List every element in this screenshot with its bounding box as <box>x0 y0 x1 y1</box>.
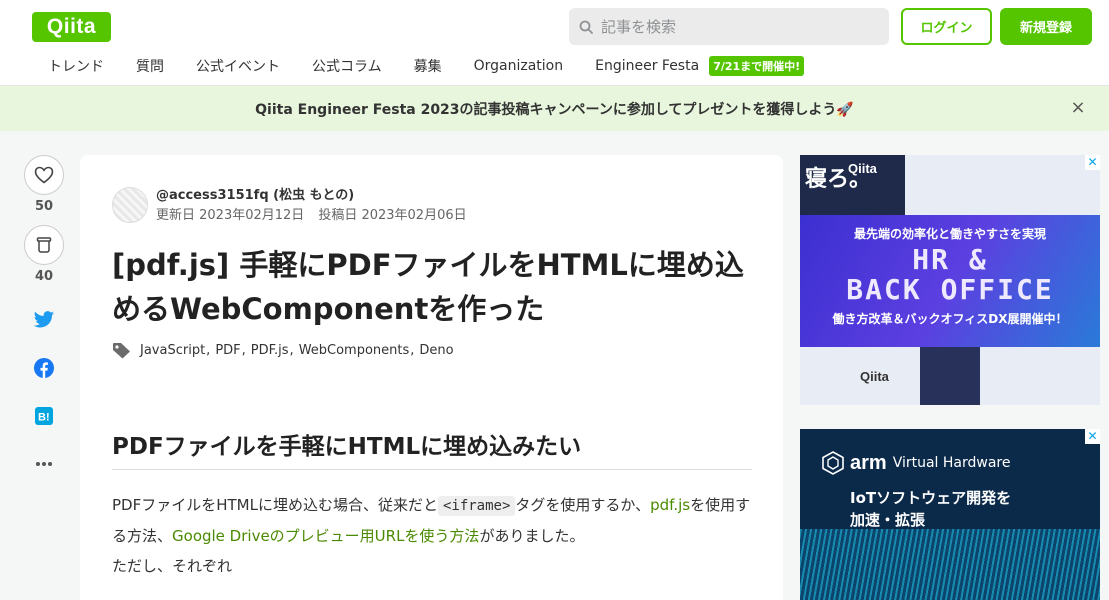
body-text: タグを使用するか、 <box>515 496 651 514</box>
ad-subtitle: 最先端の効率化と働きやすさを実現 <box>853 227 1046 241</box>
author-info: @access3151fq (松虫 もとの) 更新日 2023年02月12日 投稿… <box>156 187 467 225</box>
nav-official-columns[interactable]: 公式コラム <box>312 56 382 76</box>
section-heading: PDFファイルを手軽にHTMLに埋め込みたい <box>112 427 752 470</box>
qiita-logo[interactable]: Qiita <box>32 12 111 42</box>
ad-arm-logo: arm Virtual Hardware <box>822 451 1011 475</box>
avatar[interactable] <box>112 187 148 223</box>
svg-text:B!: B! <box>38 412 50 424</box>
nav-questions[interactable]: 質問 <box>136 56 164 76</box>
ad-qiita-logo: Qiita <box>848 161 877 176</box>
nav-trend[interactable]: トレンド <box>48 56 104 76</box>
festa-badge: 7/21まで開催中! <box>709 56 805 76</box>
article-body: PDFファイルをHTMLに埋め込む場合、従来だと <iframe> タグを使用するか… <box>112 490 752 581</box>
tag-pdf[interactable]: PDF <box>205 343 240 358</box>
banner-text[interactable]: Qiita Engineer Festa 2023の記事投稿キャンペーンに参加し… <box>255 99 854 119</box>
ad-arm-line1: IoTソフトウェア開発を <box>850 489 1012 507</box>
ad-headline-back-office: BACK OFFICE <box>846 273 1054 306</box>
search-icon <box>579 20 593 34</box>
search-input[interactable] <box>601 17 871 36</box>
like-count: 50 <box>34 199 54 214</box>
tag-icon <box>113 343 130 359</box>
nav-engineer-festa[interactable]: Engineer Festa <box>595 58 699 74</box>
ad-arm-line2: 加速・拡張 <box>850 511 926 529</box>
author-name[interactable]: @access3151fq (松虫 もとの) <box>156 187 467 205</box>
body-text: ただし、それぞれ <box>112 557 233 575</box>
heart-icon <box>34 166 54 184</box>
arm-hex-icon <box>822 451 844 475</box>
like-button[interactable] <box>24 155 64 195</box>
article-actions: 50 40 B! <box>24 155 64 476</box>
ad-collage-top: 寝ろ。 Qiita <box>800 155 1100 215</box>
nav-recruiting[interactable]: 募集 <box>414 56 442 76</box>
updated-date: 更新日 2023年02月12日 <box>156 208 305 223</box>
google-drive-link[interactable]: Google Driveのプレビュー用URLを使う方法 <box>172 527 479 545</box>
ad-close-icon[interactable]: ✕ <box>1085 429 1100 444</box>
ad-close-icon[interactable]: ✕ <box>1085 155 1100 170</box>
facebook-icon <box>34 358 54 378</box>
site-header: Qiita ログイン 新規登録 トレンド 質問 公式イベント 公式コラム 募集 … <box>0 0 1109 86</box>
body-text: PDFファイルをHTMLに埋め込む場合、従来だと <box>112 496 438 514</box>
ad-arm-product: Virtual Hardware <box>892 455 1011 471</box>
signup-button[interactable]: 新規登録 <box>1000 8 1092 45</box>
more-options[interactable] <box>24 452 64 476</box>
stock-count: 40 <box>34 269 54 284</box>
facebook-share[interactable] <box>24 356 64 380</box>
login-button[interactable]: ログイン <box>901 8 992 45</box>
ad-arm-virtual-hardware[interactable]: arm Virtual Hardware IoTソフトウェア開発を 加速・拡張 … <box>800 429 1100 600</box>
ad-arm-wave <box>800 529 1100 600</box>
tag-pdfjs[interactable]: PDF.js <box>241 343 289 358</box>
search-box[interactable] <box>569 8 889 45</box>
ad-headline-hr: HR & <box>912 243 988 276</box>
ad-collage-bottom: Qiita <box>800 347 1100 405</box>
tag-webcomponents[interactable]: WebComponents <box>289 343 410 358</box>
campaign-banner[interactable]: Qiita Engineer Festa 2023の記事投稿キャンペーンに参加し… <box>0 86 1109 131</box>
nav-official-events[interactable]: 公式イベント <box>196 56 280 76</box>
main-nav: トレンド 質問 公式イベント 公式コラム 募集 Organization Eng… <box>32 52 805 80</box>
author-row: @access3151fq (松虫 もとの) 更新日 2023年02月12日 投稿… <box>112 187 467 225</box>
twitter-icon <box>33 311 55 328</box>
body-text: がありました。 <box>479 527 585 545</box>
hatena-share[interactable]: B! <box>24 404 64 428</box>
ad-qiita-logo: Qiita <box>860 369 889 384</box>
ad-subtitle-2: 働き方改革＆バックオフィスDX展開催中！ <box>832 312 1068 326</box>
nav-organization[interactable]: Organization <box>474 58 564 74</box>
hatena-bookmark-icon: B! <box>35 407 53 425</box>
stock-button[interactable] <box>24 225 64 265</box>
more-icon <box>36 462 52 466</box>
article-card: @access3151fq (松虫 もとの) 更新日 2023年02月12日 投稿… <box>80 155 783 600</box>
twitter-share[interactable] <box>24 308 64 332</box>
article-title: [pdf.js] 手軽にPDFファイルをHTMLに埋め込めるWebCompone… <box>112 248 744 326</box>
inline-code: <iframe> <box>437 496 516 516</box>
close-icon[interactable]: × <box>1069 99 1087 117</box>
pdfjs-link[interactable]: pdf.js <box>650 496 690 514</box>
ad-hr-back-office[interactable]: 寝ろ。 Qiita 最先端の効率化と働きやすさを実現 HR & BACK OFF… <box>800 155 1100 405</box>
ad-arm-brand: arm <box>850 451 887 474</box>
tag-deno[interactable]: Deno <box>409 343 453 358</box>
tag-list: JavaScript PDF PDF.js WebComponents Deno <box>112 342 454 359</box>
article-dates: 更新日 2023年02月12日 投稿日 2023年02月06日 <box>156 207 467 225</box>
posted-date: 投稿日 2023年02月06日 <box>318 208 467 223</box>
stock-icon <box>36 237 52 253</box>
tag-javascript[interactable]: JavaScript <box>140 343 205 358</box>
